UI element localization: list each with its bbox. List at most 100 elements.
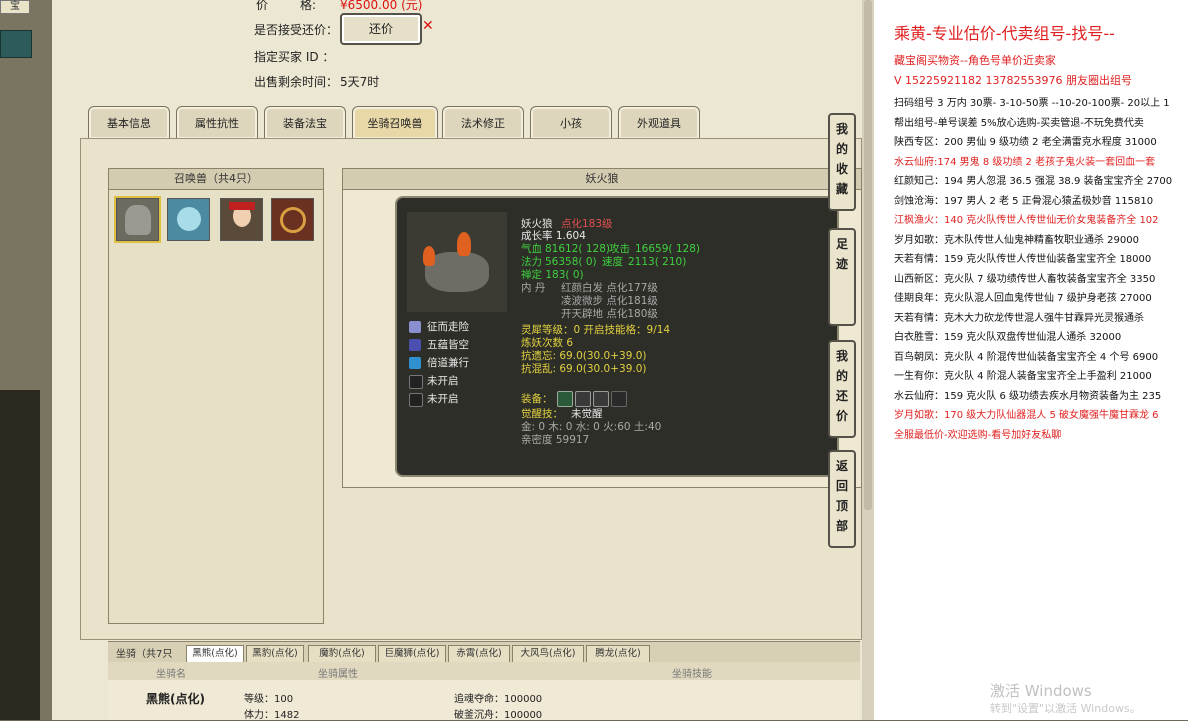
tab-spells[interactable]: 法术修正 [442,106,524,139]
zen-value: 禅定 183( 0) [521,269,584,281]
price-label: 价 [256,0,269,12]
doc-line: 岁月如歌：克木队传世人仙鬼神精畜牧职业通杀 29000 [894,234,1139,246]
doc-line: 百鸟朝凤：克火队 4 阶混传世仙装备宝宝齐全 4 个号 6900 [894,351,1159,363]
mount-name: 黑熊(点化) [146,692,205,706]
pet-name: 妖火狼 [521,218,553,230]
neidan-1: 红颜白发 点化177级 [561,282,658,294]
accept-label: 是否接受还价： [254,23,339,37]
tab-basic[interactable]: 基本信息 [88,106,170,139]
mount-tab[interactable]: 巨魔狮(点化) [378,645,446,663]
mount-tab[interactable]: 赤霄(点化) [448,645,510,663]
mount-tab[interactable]: 魔豹(点化) [308,645,376,663]
pet-detail-title: 妖火狼 [343,169,861,190]
equipment-icon[interactable] [557,391,573,407]
tab-mount-pet[interactable]: 坐骑召唤兽 [352,106,438,139]
resist-forget: 抗遗忘: 69.0(30.0+39.0) [521,350,647,362]
left-tab[interactable]: 宝 [0,0,30,14]
intimacy: 亲密度 59917 [521,434,590,446]
mount-table-header: 坐骑名 坐骑属性 坐骑技能 [108,662,860,680]
locked-slot-icon [409,375,423,389]
pet-list-panel: 召唤兽（共4只） [108,168,324,624]
mount-col-skill: 坐骑技能 [672,669,712,680]
doc-line: 剑蚀沧海：197 男人 2 老 5 正骨混心猿孟极妙音 115810 [894,195,1154,207]
resist-confuse: 抗混乱: 69.0(30.0+39.0) [521,363,647,375]
lianyao-count: 炼妖次数 6 [521,337,574,349]
pet-avatar[interactable] [271,198,314,241]
tab-equipment[interactable]: 装备法宝 [264,106,346,139]
mount-tab[interactable]: 大风鸟(点化) [512,645,584,663]
doc-line: 天若有情：克木大力砍龙传世混人强牛甘霖异光灵猴通杀 [894,312,1144,324]
equipment-icon[interactable] [611,391,627,407]
mount-tab[interactable]: 黑熊(点化) [186,645,244,663]
doc-line: 岁月如歌：170 级大力队仙器混人 5 破女魔强牛魔甘霖龙 6 [894,410,1159,421]
pet-portrait [407,212,507,312]
tab-child[interactable]: 小孩 [530,106,612,139]
spd-value: 2113( 210) [628,256,687,268]
remain-value: 5天7时 [340,75,380,89]
neidan-label: 内 丹 [521,282,546,294]
neidan-3: 开天辟地 点化180级 [561,308,658,320]
doc-line: 江枫渔火：140 克火队传世人传世仙无价女鬼装备齐全 102 [894,215,1159,226]
hp-value: 81612( 128) [545,243,610,255]
tab-attributes[interactable]: 属性抗性 [176,106,258,139]
skill-4: 未开启 [427,375,459,387]
tab-appearance[interactable]: 外观道具 [618,106,700,139]
left-blue-block [0,30,32,58]
skill-icon [409,339,421,351]
doc-line: 天若有情：159 克火队传世人传世仙装备宝宝齐全 18000 [894,254,1152,265]
mount-tab-bar: 坐骑（共7只 黑熊(点化) 黑豹(点化) 魔豹(点化) 巨魔狮(点化) 赤霄(点… [108,641,860,663]
equipment-icon[interactable] [575,391,591,407]
mount-attr: 体力：1482 [244,710,300,721]
remain-label: 出售剩余时间： [254,75,339,89]
left-panel: 宝 [0,0,52,720]
mp-value: 56358( 0) [545,256,597,268]
doc-line: 山西新区：克火队 7 级功绩传世人畜牧装备宝宝齐全 3350 [894,273,1156,285]
my-counter-offers-button[interactable]: 我的还价 [828,340,856,438]
pet-level: 点化183级 [561,218,613,230]
doc-line: 帮出组号-单号误差 5%放心选购-买卖管退-不玩免费代卖 [894,117,1144,129]
mount-count-label: 坐骑（共7只 [116,649,173,660]
footprint-button[interactable]: 足迹 [828,228,856,326]
pet-list-title: 召唤兽（共4只） [109,169,323,190]
hp-label: 气血 [521,243,542,255]
doc-line: 藏宝阁买物资--角色号单价近卖家 [894,54,1056,67]
atk-value: 16659( 128) [635,243,700,255]
counter-offer-button[interactable]: 还价 [340,13,422,45]
doc-line: 白衣胜雪：159 克火队双盘传世仙混人通杀 32000 [894,332,1122,343]
skill-icon [409,321,421,333]
skill-3: 倍道兼行 [427,357,469,369]
skill-icon [409,357,421,369]
doc-line: 红颜知己：194 男人忽混 36.5 强混 38.9 装备宝宝齐全 2700 [894,176,1173,187]
pet-tooltip: 妖火狼 点化183级 成长率 1.604 气血 81612( 128) 攻击 1… [395,196,839,477]
doc-line: 水云仙府:174 男鬼 8 级功绩 2 老孩子鬼火装一套回血一套 [894,156,1156,168]
scrollbar-thumb[interactable] [864,0,872,510]
price-value: ¥6500.00 (元) [340,0,423,12]
my-favorites-button[interactable]: 我的收藏 [828,113,856,211]
mp-label: 法力 [521,256,542,268]
close-icon[interactable]: ✕ [422,18,434,34]
equipment-icon[interactable] [593,391,609,407]
skill-2: 五蕴皆空 [427,339,469,351]
doc-line: 水云仙府：159 克火队 6 级功绩去疾水月物资装备为主 235 [894,390,1162,402]
windows-watermark-sub: 转到"设置"以激活 Windows。 [990,702,1141,715]
doc-line: 扫码组号 3 万内 30票- 3-10-50票 --10-20-100票- 20… [894,98,1170,109]
skill-5: 未开启 [427,393,459,405]
neidan-2: 凌波微步 点化181级 [561,295,658,307]
pet-avatar[interactable] [114,196,161,243]
buyer-label: 指定买家 ID ： [254,50,335,64]
back-to-top-button[interactable]: 返回顶部 [828,450,856,548]
mount-tab[interactable]: 腾龙(点化) [586,645,650,663]
equip-label: 装备： [521,393,553,405]
doc-line: 全服最低价-欢迎选购-看号加好友私聊 [894,429,1062,441]
atk-label: 攻击 [609,243,630,255]
left-dark-block [0,390,40,720]
mount-attr: 等级：100 [244,694,294,705]
doc-line: 佳期良年：克火队混人回血鬼传世仙 7 级护身老孩 27000 [894,293,1152,304]
windows-watermark: 激活 Windows [990,682,1092,700]
pet-avatar[interactable] [220,198,263,241]
pet-avatar[interactable] [167,198,210,241]
elements: 金: 0 木: 0 水: 0 火:60 土:40 [521,421,662,433]
mount-tab[interactable]: 黑豹(点化) [246,645,304,663]
mount-col-attr: 坐骑属性 [318,669,358,680]
doc-line: 一生有你：克火队 4 阶混人装备宝宝齐全上手盈利 21000 [894,371,1152,382]
